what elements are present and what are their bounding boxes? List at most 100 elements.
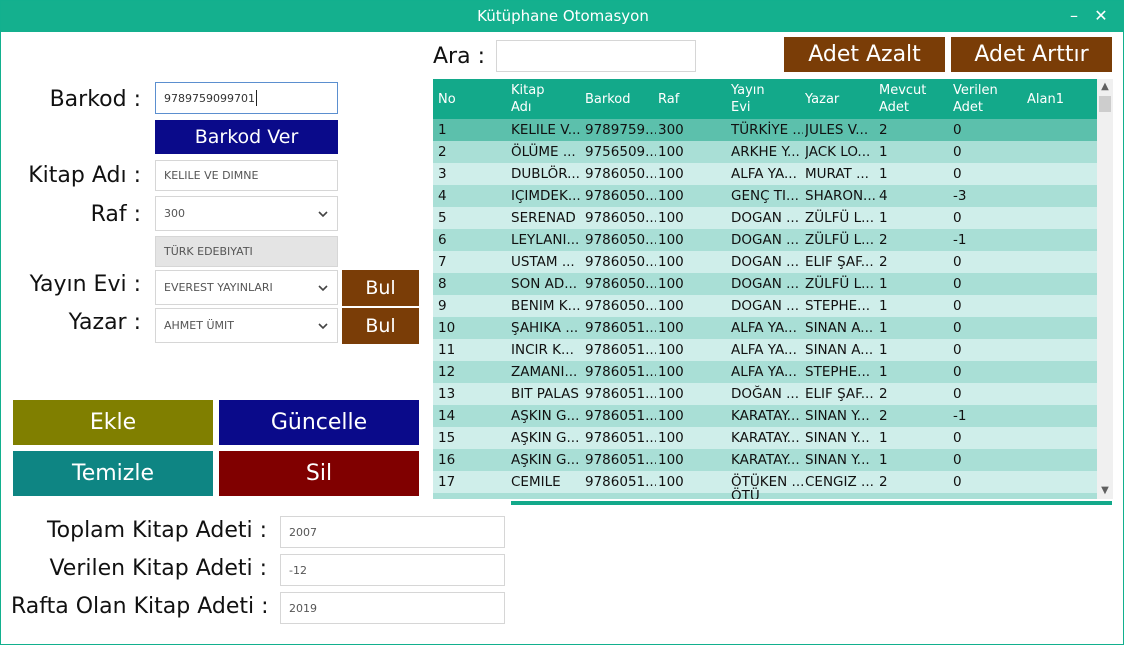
table-cell: 300	[658, 122, 684, 138]
table-cell	[1027, 251, 1087, 273]
table-cell: 100	[658, 408, 684, 424]
table-cell	[1027, 449, 1087, 471]
table-cell	[1027, 295, 1087, 317]
column-header[interactable]: Alan1	[1027, 79, 1064, 119]
ara-search-input[interactable]	[496, 40, 696, 72]
table-row[interactable]: 1 KELILE V... 9789759... 300 TÜRKİYE ... JULE…	[433, 119, 1097, 141]
column-header[interactable]: Barkod	[585, 79, 631, 119]
adet-arttir-button[interactable]: Adet Arttır	[951, 37, 1112, 72]
table-cell: 0	[953, 474, 962, 490]
column-header-line: Adet	[953, 100, 984, 115]
vertical-scrollbar[interactable]: ▲ ▼	[1097, 79, 1113, 499]
ara-label: Ara :	[433, 44, 485, 69]
table-row[interactable]: 2 ÖLÜME ... 9756509... 100 ARKHE Y... JACK LO…	[433, 141, 1097, 163]
table-cell: 9786051...	[585, 364, 656, 380]
yayin-evi-bul-button[interactable]: Bul	[342, 270, 419, 306]
column-header[interactable]: Verilen Adet	[953, 79, 998, 119]
raf-select[interactable]: 300	[155, 196, 338, 231]
table-cell: 100	[658, 452, 684, 468]
table-row[interactable]: 4 IÇIMDEK... 9786050... 100 GENÇ TI... SHARON…	[433, 185, 1097, 207]
minimize-button[interactable]: –	[1063, 5, 1085, 27]
table-cell: DUBLÖR...	[511, 166, 580, 182]
kitap-adi-input[interactable]: KELILE VE DIMNE	[155, 160, 338, 191]
arrow-down-icon[interactable]: ▼	[1097, 483, 1113, 499]
table-cell: 2	[879, 474, 888, 490]
table-cell	[1027, 119, 1087, 141]
column-header-line: Evi	[731, 100, 751, 115]
column-header-text: Yazar	[805, 91, 839, 108]
table-row[interactable]: 10 ŞAHIKA ... 9786051... 100 ALFA YA... SINAN…	[433, 317, 1097, 339]
table-cell: BIT PALAS	[511, 386, 579, 402]
column-header[interactable]: No	[438, 79, 456, 119]
column-header[interactable]: Yazar	[805, 79, 839, 119]
adet-azalt-button[interactable]: Adet Azalt	[784, 37, 945, 72]
table-cell: BENIM K...	[511, 298, 581, 314]
table-cell: 9786050...	[585, 188, 656, 204]
rafta-kitap-field: 2019	[280, 592, 505, 624]
kitap-adi-label: Kitap Adı :	[28, 163, 141, 188]
table-cell: 100	[658, 254, 684, 270]
ekle-button[interactable]: Ekle	[13, 400, 213, 445]
table-cell: 1	[879, 166, 888, 182]
table-row[interactable]: 7 USTAM ... 9786050... 100 DOGAN ... ELIF ŞAF…	[433, 251, 1097, 273]
column-header[interactable]: Yayın Evi	[731, 79, 765, 119]
table-cell: SINAN Y...	[805, 452, 870, 468]
table-row[interactable]: 17 CEMILE 9786051... 100 ÖTÜKEN ... CENGIZ ..…	[433, 471, 1097, 493]
table-cell: DOGAN ...	[731, 276, 799, 292]
table-cell: TÜRKİYE ...	[731, 122, 803, 138]
guncelle-button[interactable]: Güncelle	[219, 400, 419, 445]
scrollbar-thumb[interactable]	[1099, 96, 1111, 112]
table-cell: AŞKIN G...	[511, 430, 580, 446]
column-header[interactable]: Mevcut Adet	[879, 79, 926, 119]
yayin-evi-label: Yayın Evi :	[29, 272, 141, 297]
table-cell: 9	[438, 298, 447, 314]
table-cell: 100	[658, 386, 684, 402]
raf-select-value: 300	[164, 207, 185, 220]
temizle-button[interactable]: Temizle	[13, 451, 213, 496]
table-cell: ŞAHIKA ...	[511, 320, 579, 336]
yayin-evi-select[interactable]: EVEREST YAYINLARI	[155, 270, 338, 305]
table-cell: 1	[879, 276, 888, 292]
table-cell: JACK LO...	[805, 144, 871, 160]
column-header-line: Adet	[879, 100, 910, 115]
table-row[interactable]: 9 BENIM K... 9786050... 100 DOGAN ... STEPHE.…	[433, 295, 1097, 317]
table-row[interactable]: 5 SERENAD 9786050... 100 DOGAN ... ZÜLFÜ L...…	[433, 207, 1097, 229]
column-header[interactable]: Raf	[658, 79, 679, 119]
table-cell: 14	[438, 408, 456, 424]
table-row[interactable]: 6 LEYLANI... 9786050... 100 DOGAN ... ZÜLFÜ L…	[433, 229, 1097, 251]
table-cell: 2	[879, 254, 888, 270]
raf-label: Raf :	[90, 202, 141, 227]
table-cell: 9789759...	[585, 122, 656, 138]
table-row[interactable]: 8 SON AD... 9786050... 100 DOGAN ... ZÜLFÜ L.…	[433, 273, 1097, 295]
barkod-ver-button[interactable]: Barkod Ver	[155, 120, 338, 154]
table-cell: USTAM ...	[511, 254, 575, 270]
app-window: Kütüphane Otomasyon – ✕ Barkod : 9789759…	[0, 0, 1124, 645]
table-cell: 0	[953, 210, 962, 226]
sil-button[interactable]: Sil	[219, 451, 419, 496]
table-row[interactable]: 13 BIT PALAS 9786051... 100 DOĞAN ... ELIF ŞA…	[433, 383, 1097, 405]
yazar-bul-button[interactable]: Bul	[342, 308, 419, 344]
table-row[interactable]: 12 ZAMANI... 9786051... 100 ALFA YA... STEPHE…	[433, 361, 1097, 383]
column-header[interactable]: Kitap Adı	[511, 79, 544, 119]
barkod-input[interactable]: 9789759099701	[155, 82, 338, 114]
yazar-label: Yazar :	[68, 310, 141, 335]
table-cell: 100	[658, 166, 684, 182]
table-row-partial[interactable]: ÖTÜ	[433, 488, 1097, 499]
close-button[interactable]: ✕	[1090, 5, 1112, 27]
table-row[interactable]: 16 AŞKIN G... 9786051... 100 KARATAY... SINAN…	[433, 449, 1097, 471]
table-cell: 1	[879, 320, 888, 336]
table-cell: 6	[438, 232, 447, 248]
table-row[interactable]: 3 DUBLÖR... 9786050... 100 ALFA YA... MURAT .…	[433, 163, 1097, 185]
table-cell: ALFA YA...	[731, 342, 797, 358]
books-data-grid[interactable]: No Kitap Adı Barkod Raf Yayın Evi Yazar Mevcut Ad…	[433, 79, 1113, 499]
arrow-up-icon[interactable]: ▲	[1097, 79, 1113, 95]
table-cell: 0	[953, 276, 962, 292]
column-header-text: Alan1	[1027, 91, 1064, 108]
table-cell: ALFA YA...	[731, 320, 797, 336]
column-header-text: Verilen Adet	[953, 82, 998, 116]
table-row[interactable]: 15 AŞKIN G... 9786051... 100 KARATAY... SINAN…	[433, 427, 1097, 449]
table-cell: KARATAY...	[731, 452, 800, 468]
yazar-select[interactable]: AHMET ÜMIT	[155, 308, 338, 343]
table-row[interactable]: 11 INCIR K... 9786051... 100 ALFA YA... SINAN…	[433, 339, 1097, 361]
table-row[interactable]: 14 AŞKIN G... 9786051... 100 KARATAY... SINAN…	[433, 405, 1097, 427]
